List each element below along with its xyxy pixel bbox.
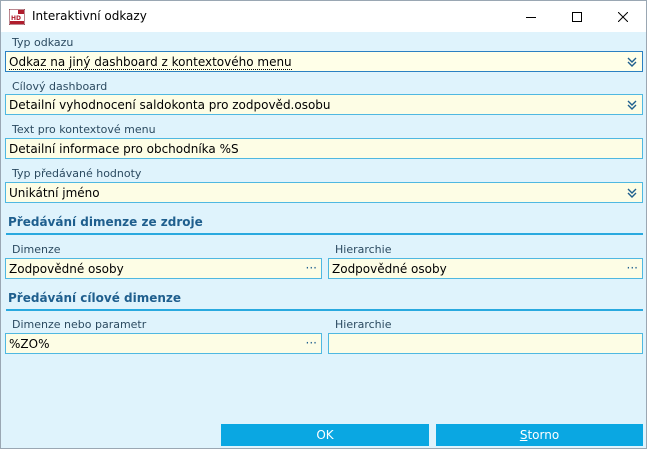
close-icon — [618, 11, 628, 22]
link-type-select[interactable]: Odkaz na jiný dashboard z kontextového m… — [5, 51, 643, 72]
cancel-button[interactable]: Storno — [436, 424, 643, 446]
section-divider — [6, 309, 643, 311]
source-hierarchy-label: Hierarchie — [335, 243, 392, 256]
target-dashboard-select[interactable]: Detailní vyhodnocení saldokonta pro zodp… — [5, 94, 643, 115]
svg-text:HD: HD — [11, 15, 21, 22]
target-dimension-label: Dimenze nebo parametr — [12, 318, 147, 331]
context-menu-text-value: Detailní informace pro obchodníka %S — [9, 142, 239, 156]
context-menu-text-input[interactable]: Detailní informace pro obchodníka %S — [5, 138, 643, 159]
target-dashboard-value: Detailní vyhodnocení saldokonta pro zodp… — [9, 98, 331, 112]
passed-value-type-value: Unikátní jméno — [9, 186, 100, 200]
target-hierarchy-label: Hierarchie — [335, 318, 392, 331]
ok-button-label: OK — [316, 428, 334, 442]
source-hierarchy-picker[interactable]: Zodpovědné osoby ··· — [328, 258, 643, 279]
ok-button[interactable]: OK — [221, 424, 429, 446]
target-dashboard-label: Cílový dashboard — [12, 80, 108, 93]
source-section-title: Předávání dimenze ze zdroje — [8, 215, 203, 229]
source-hierarchy-value: Zodpovědné osoby — [332, 262, 447, 276]
passed-value-type-select[interactable]: Unikátní jméno — [5, 182, 643, 203]
cancel-button-label: torno — [527, 428, 560, 442]
maximize-button[interactable] — [554, 1, 600, 32]
link-type-label: Typ odkazu — [12, 36, 74, 49]
context-menu-text-label: Text pro kontextové menu — [12, 123, 156, 136]
ellipsis-icon[interactable]: ··· — [306, 262, 317, 274]
target-dimension-value: %ZO% — [9, 337, 50, 351]
double-chevron-down-icon — [627, 57, 637, 67]
double-chevron-down-icon — [627, 188, 637, 198]
source-dimension-label: Dimenze — [12, 243, 61, 256]
source-dimension-picker[interactable]: Zodpovědné osoby ··· — [5, 258, 322, 279]
cancel-button-accelerator: S — [519, 428, 528, 442]
ellipsis-icon[interactable]: ··· — [627, 262, 638, 274]
ellipsis-icon[interactable]: ··· — [306, 337, 317, 349]
maximize-icon — [572, 11, 582, 22]
dialog-window: HD Interaktivní odkazy Typ odkazu Odkaz … — [0, 0, 647, 449]
target-section-title: Předávání cílové dimenze — [8, 291, 182, 305]
target-hierarchy-input[interactable] — [328, 333, 643, 354]
target-dimension-picker[interactable]: %ZO% ··· — [5, 333, 322, 354]
minimize-icon — [526, 16, 536, 18]
link-type-value: Odkaz na jiný dashboard z kontextového m… — [9, 55, 292, 70]
title-bar[interactable]: HD Interaktivní odkazy — [1, 1, 646, 32]
source-dimension-value: Zodpovědné osoby — [9, 262, 124, 276]
double-chevron-down-icon — [627, 100, 637, 110]
hd-app-icon: HD — [9, 9, 25, 25]
close-button[interactable] — [600, 1, 646, 32]
passed-value-type-label: Typ předávané hodnoty — [12, 167, 142, 180]
section-divider — [6, 233, 643, 235]
minimize-button[interactable] — [508, 1, 554, 32]
window-title: Interaktivní odkazy — [32, 9, 147, 23]
